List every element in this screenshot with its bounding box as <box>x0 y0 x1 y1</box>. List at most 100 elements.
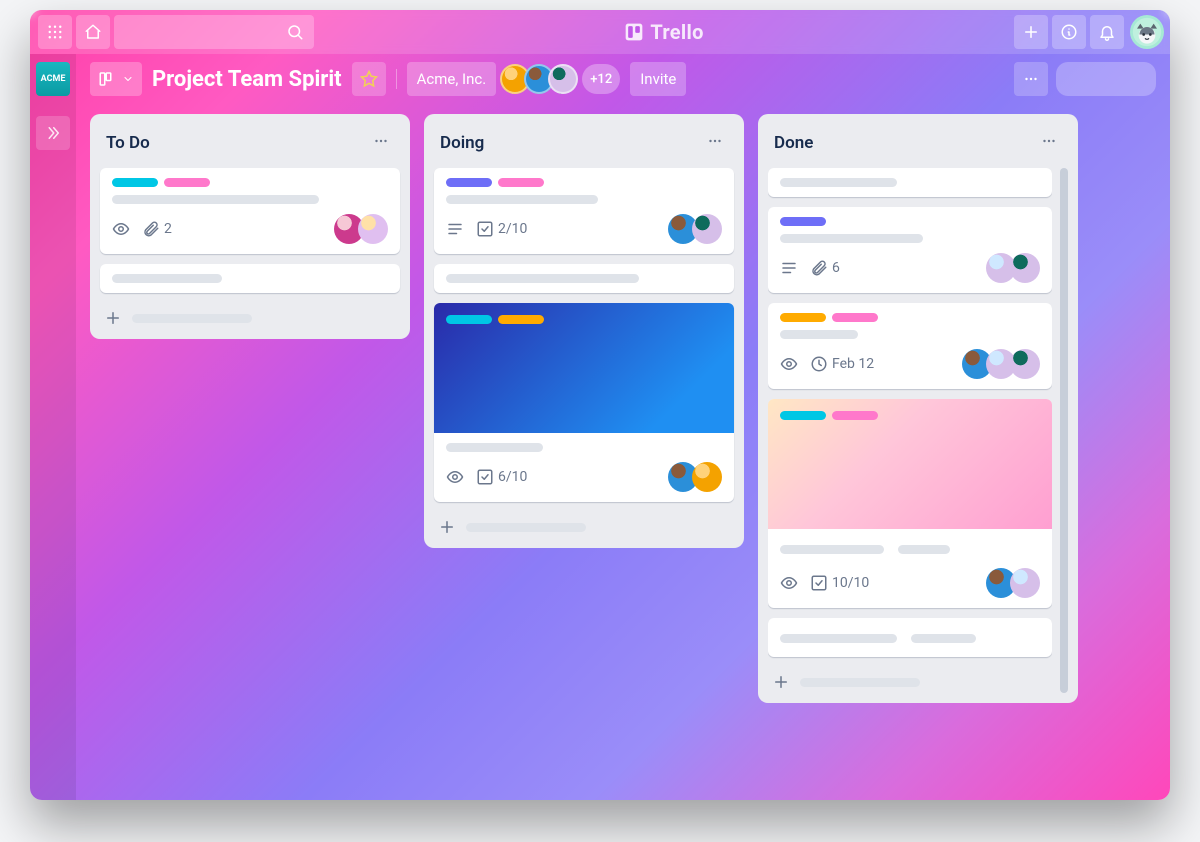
trello-logo-icon <box>624 22 644 42</box>
label-pink[interactable] <box>164 178 210 187</box>
bell-icon <box>1098 23 1116 41</box>
card-title-placeholder <box>112 195 319 204</box>
card[interactable] <box>100 264 400 293</box>
add-card-button[interactable] <box>434 512 734 538</box>
notifications-button[interactable] <box>1090 15 1124 49</box>
card-title-placeholder <box>780 178 897 187</box>
expand-sidebar-button[interactable] <box>36 116 70 150</box>
list-menu-button[interactable] <box>702 128 728 158</box>
plus-icon <box>772 673 790 691</box>
list-menu-button[interactable] <box>368 128 394 158</box>
watch-badge <box>112 220 130 238</box>
divider <box>396 69 397 89</box>
invite-label: Invite <box>640 70 676 88</box>
board-view-switcher[interactable] <box>90 62 142 96</box>
card[interactable]: Feb 12 <box>768 303 1052 389</box>
eye-icon <box>446 468 464 486</box>
card-title-placeholder <box>780 634 897 643</box>
card-title-placeholder <box>446 443 543 452</box>
watch-badge <box>446 468 464 486</box>
list-title[interactable]: Done <box>774 133 813 153</box>
watch-badge <box>780 574 798 592</box>
checkbox-icon <box>810 574 828 592</box>
card-title-placeholder <box>446 274 639 283</box>
member-avatar[interactable] <box>1010 568 1040 598</box>
brand-text: Trello <box>650 20 703 44</box>
star-board-button[interactable] <box>352 62 386 96</box>
search-icon <box>286 23 304 41</box>
due-date-badge: Feb 12 <box>810 355 874 373</box>
info-icon <box>1060 23 1078 41</box>
label-cyan[interactable] <box>446 315 492 324</box>
card-badges: 2 <box>112 220 172 238</box>
board-title[interactable]: Project Team Spirit <box>152 67 342 92</box>
invite-button[interactable]: Invite <box>630 62 686 96</box>
card-title-placeholder <box>780 234 923 243</box>
card[interactable]: 2/10 <box>434 168 734 254</box>
eye-icon <box>780 574 798 592</box>
attachments-count: 2 <box>164 221 172 237</box>
card[interactable] <box>768 618 1052 657</box>
clock-icon <box>810 355 828 373</box>
member-avatar[interactable] <box>1010 349 1040 379</box>
attachments-badge: 6 <box>810 259 840 277</box>
card[interactable]: 2 <box>100 168 400 254</box>
workspace-logo-text: ACME <box>41 74 66 84</box>
eye-icon <box>780 355 798 373</box>
card-title-placeholder <box>898 545 950 554</box>
add-card-button[interactable] <box>768 667 1052 693</box>
card[interactable]: 10/10 <box>768 399 1052 608</box>
checklist-badge: 6/10 <box>476 468 527 486</box>
paperclip-icon <box>142 220 160 238</box>
member-avatar[interactable] <box>1010 253 1040 283</box>
label-pink[interactable] <box>832 411 878 420</box>
card[interactable] <box>768 168 1052 197</box>
list-scrollbar[interactable] <box>1060 168 1068 693</box>
label-purple[interactable] <box>780 217 826 226</box>
watch-badge <box>780 355 798 373</box>
label-cyan[interactable] <box>780 411 826 420</box>
extra-members-count[interactable]: +12 <box>582 64 620 94</box>
workspace-rail: ACME <box>30 54 76 800</box>
member-avatar[interactable] <box>548 64 578 94</box>
board-members[interactable]: +12 <box>506 64 620 94</box>
paperclip-icon <box>810 259 828 277</box>
workspace-button[interactable]: Acme, Inc. <box>407 62 497 96</box>
member-avatar[interactable] <box>692 462 722 492</box>
label-purple[interactable] <box>446 178 492 187</box>
label-orange[interactable] <box>780 313 826 322</box>
member-avatar[interactable] <box>692 214 722 244</box>
info-button[interactable] <box>1052 15 1086 49</box>
card-title-placeholder <box>446 195 598 204</box>
user-avatar[interactable] <box>1130 15 1164 49</box>
chevron-down-icon <box>122 70 134 88</box>
board-filter-placeholder[interactable] <box>1056 62 1156 96</box>
card-cover <box>434 303 734 433</box>
description-icon <box>446 220 464 238</box>
plus-icon <box>438 518 456 536</box>
list-title[interactable]: Doing <box>440 133 484 153</box>
label-pink[interactable] <box>832 313 878 322</box>
board-menu-button[interactable] <box>1014 62 1048 96</box>
apps-menu-button[interactable] <box>38 15 72 49</box>
home-button[interactable] <box>76 15 110 49</box>
card[interactable] <box>434 264 734 293</box>
member-avatar[interactable] <box>358 214 388 244</box>
description-badge <box>780 259 798 277</box>
husky-avatar-icon <box>1132 17 1162 47</box>
label-cyan[interactable] <box>112 178 158 187</box>
workspace-logo[interactable]: ACME <box>36 62 70 96</box>
checklist-count: 10/10 <box>832 575 869 591</box>
label-orange[interactable] <box>498 315 544 324</box>
label-pink[interactable] <box>498 178 544 187</box>
checklist-badge: 10/10 <box>810 574 869 592</box>
create-button[interactable] <box>1014 15 1048 49</box>
card[interactable]: 6/10 <box>434 303 734 502</box>
list-menu-button[interactable] <box>1036 128 1062 158</box>
checkbox-icon <box>476 468 494 486</box>
add-card-button[interactable] <box>100 303 400 329</box>
due-date: Feb 12 <box>832 356 874 372</box>
search-input[interactable] <box>114 15 314 49</box>
list-title[interactable]: To Do <box>106 133 150 153</box>
card[interactable]: 6 <box>768 207 1052 293</box>
